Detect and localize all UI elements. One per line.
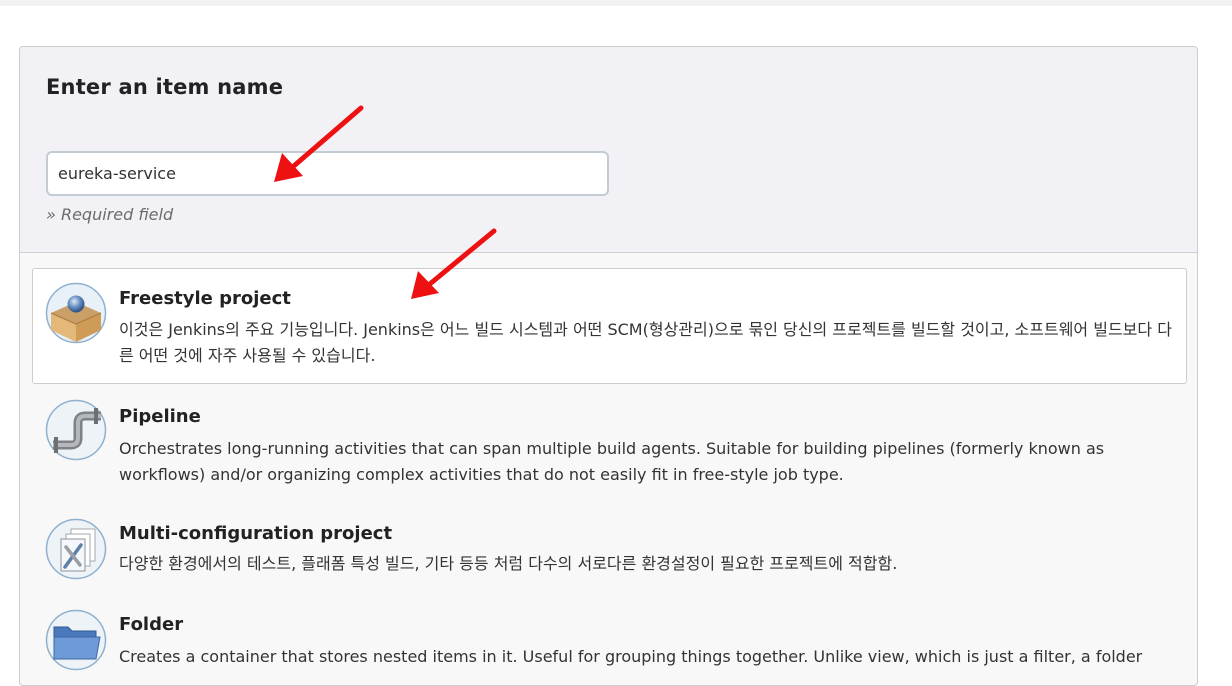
item-type-pipeline[interactable]: Pipeline Orchestrates long-running activ… xyxy=(32,392,1187,492)
item-type-freestyle[interactable]: Freestyle project 이것은 Jenkins의 주요 기능입니다.… xyxy=(32,268,1187,384)
required-field-hint: » Required field xyxy=(46,205,174,224)
folder-icon xyxy=(45,609,107,671)
page-title: Enter an item name xyxy=(46,75,284,99)
item-type-name: Freestyle project xyxy=(119,288,291,309)
item-type-name: Multi-configuration project xyxy=(119,523,393,544)
item-type-name: Folder xyxy=(119,614,184,635)
item-type-description: Orchestrates long-running activities tha… xyxy=(119,439,1105,484)
multi-configuration-icon xyxy=(45,518,107,580)
pipeline-icon xyxy=(45,399,107,461)
item-type-multi-configuration[interactable]: Multi-configuration project 다양한 환경에서의 테스… xyxy=(32,509,1187,583)
new-item-panel: Enter an item name » Required field Free… xyxy=(19,46,1198,686)
item-type-description: 이것은 Jenkins의 주요 기능입니다. Jenkins은 어느 빌드 시스… xyxy=(119,320,1172,365)
top-bar xyxy=(0,0,1232,6)
item-type-description: 다양한 환경에서의 테스트, 플래폼 특성 빌드, 기타 등등 처럼 다수의 서… xyxy=(119,554,898,573)
item-type-folder[interactable]: Folder Creates a container that stores n… xyxy=(32,600,1187,685)
freestyle-project-icon xyxy=(45,282,107,344)
item-name-input[interactable] xyxy=(46,151,609,196)
item-name-section: Enter an item name » Required field xyxy=(20,47,1197,253)
item-type-name: Pipeline xyxy=(119,406,201,427)
item-type-description: Creates a container that stores nested i… xyxy=(119,647,1143,666)
